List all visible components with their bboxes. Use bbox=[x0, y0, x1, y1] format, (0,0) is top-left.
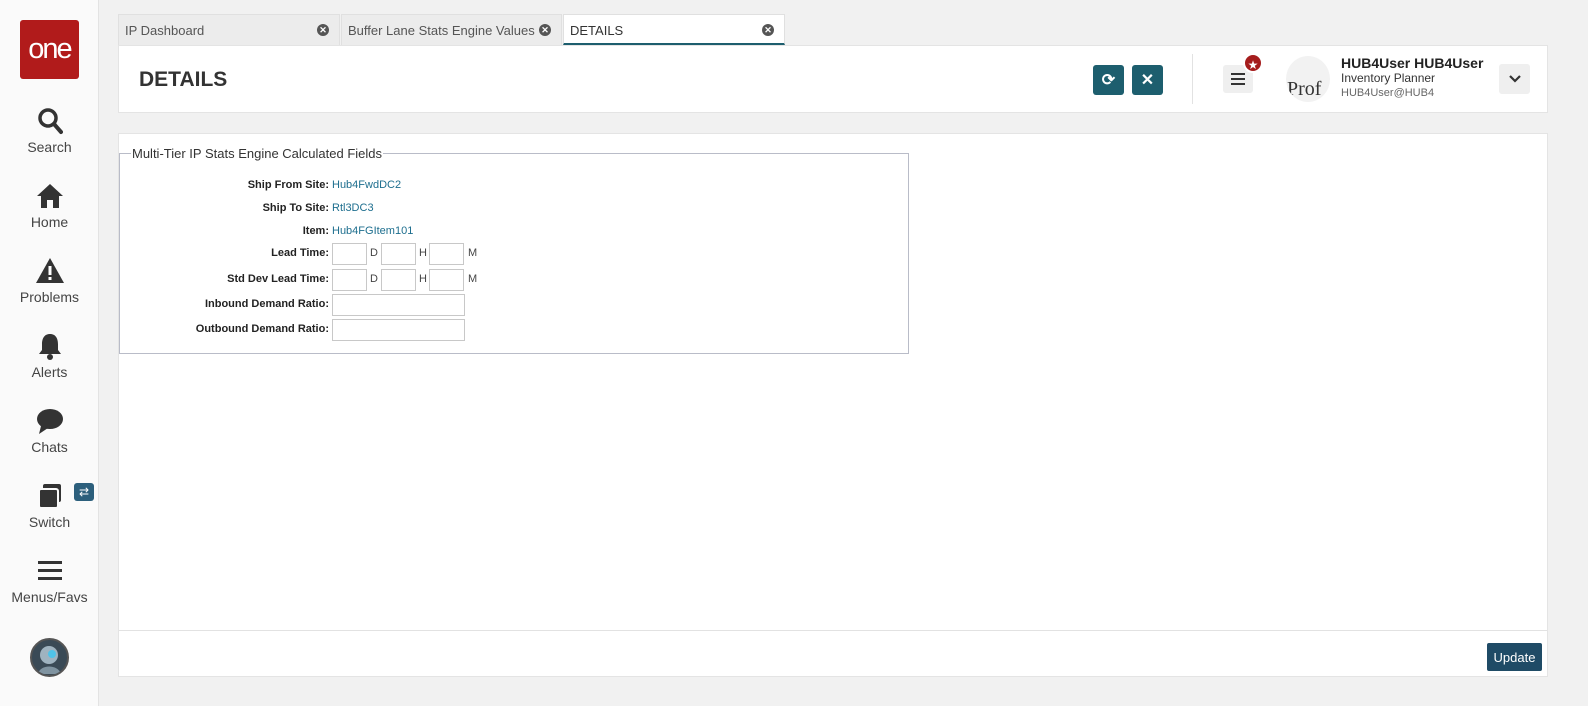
assistant-avatar-icon[interactable] bbox=[30, 638, 69, 677]
nav-search[interactable]: Search bbox=[0, 107, 99, 155]
nav-alerts-label: Alerts bbox=[31, 364, 68, 380]
lead-time-days-input[interactable] bbox=[332, 243, 367, 265]
lead-time-label: Lead Time: bbox=[271, 247, 329, 259]
ship-to-label: Ship To Site: bbox=[262, 202, 329, 214]
footer-divider bbox=[119, 630, 1547, 631]
tab-label: DETAILS bbox=[570, 23, 624, 38]
page-title: DETAILS bbox=[139, 68, 228, 91]
nav-switch-label: Switch bbox=[28, 514, 71, 530]
inbound-demand-ratio-input[interactable] bbox=[332, 294, 465, 316]
tab-ip-dashboard[interactable]: IP Dashboard ✕ bbox=[118, 14, 340, 45]
chevron-down-icon bbox=[1508, 75, 1521, 83]
user-menu-dropdown[interactable] bbox=[1499, 64, 1530, 94]
favorites-star-badge[interactable]: ★ bbox=[1243, 53, 1263, 73]
warning-icon bbox=[0, 257, 99, 287]
refresh-button[interactable]: ⟳ bbox=[1093, 65, 1124, 95]
nav-problems[interactable]: Problems bbox=[0, 257, 99, 305]
item-label: Item: bbox=[302, 225, 329, 237]
close-page-button[interactable]: ✕ bbox=[1132, 65, 1163, 95]
std-dev-days-input[interactable] bbox=[332, 269, 367, 291]
ship-to-link[interactable]: Rtl3DC3 bbox=[332, 202, 374, 214]
one-logo[interactable]: one bbox=[20, 20, 79, 79]
refresh-icon: ⟳ bbox=[1101, 72, 1116, 89]
chat-bubble-icon bbox=[0, 407, 99, 437]
inbound-demand-ratio-label: Inbound Demand Ratio: bbox=[204, 298, 329, 310]
tab-details[interactable]: DETAILS ✕ bbox=[563, 14, 785, 45]
close-tab-icon[interactable]: ✕ bbox=[539, 24, 551, 36]
left-nav-sidebar: one Search Home Problems Alerts Chats Sw… bbox=[0, 0, 99, 706]
avatar-text: Prof bbox=[1287, 78, 1322, 100]
user-id: HUB4User@HUB4 bbox=[1341, 87, 1435, 99]
outbound-demand-ratio-label: Outbound Demand Ratio: bbox=[195, 323, 329, 335]
nav-chats[interactable]: Chats bbox=[0, 407, 99, 455]
page-header: DETAILS ⟳ ✕ ★ Prof HUB4User HUB4User Inv… bbox=[118, 45, 1548, 113]
nav-chats-label: Chats bbox=[31, 439, 68, 455]
std-dev-lead-time-label: Std Dev Lead Time: bbox=[227, 273, 329, 285]
minutes-unit: M bbox=[468, 247, 478, 259]
tab-buffer-lane-stats[interactable]: Buffer Lane Stats Engine Values ✕ bbox=[341, 14, 562, 45]
bell-icon bbox=[0, 332, 99, 362]
close-tab-icon[interactable]: ✕ bbox=[317, 24, 329, 36]
search-icon bbox=[0, 107, 99, 137]
std-dev-hours-input[interactable] bbox=[381, 269, 416, 291]
nav-menus-favs-label: Menus/Favs bbox=[11, 589, 88, 605]
days-unit: D bbox=[370, 247, 378, 259]
nav-home[interactable]: Home bbox=[0, 182, 99, 230]
section-legend: Multi-Tier IP Stats Engine Calculated Fi… bbox=[131, 146, 383, 161]
hours-unit: H bbox=[419, 273, 427, 285]
nav-menus-favs[interactable]: Menus/Favs bbox=[0, 557, 99, 605]
ship-from-link[interactable]: Hub4FwdDC2 bbox=[332, 179, 401, 191]
nav-alerts[interactable]: Alerts bbox=[0, 332, 99, 380]
close-tab-icon[interactable]: ✕ bbox=[762, 24, 774, 36]
tab-label: IP Dashboard bbox=[125, 23, 205, 38]
close-icon: ✕ bbox=[1140, 72, 1155, 89]
tab-label: Buffer Lane Stats Engine Values bbox=[348, 23, 535, 38]
nav-problems-label: Problems bbox=[19, 289, 80, 305]
user-role: Inventory Planner bbox=[1341, 71, 1436, 85]
outbound-demand-ratio-input[interactable] bbox=[332, 319, 465, 341]
switch-badge[interactable]: ⇄ bbox=[74, 483, 94, 501]
logo-text: one bbox=[28, 33, 72, 65]
days-unit: D bbox=[370, 273, 378, 285]
minutes-unit: M bbox=[468, 273, 478, 285]
nav-home-label: Home bbox=[30, 214, 69, 230]
update-button[interactable]: Update bbox=[1487, 643, 1542, 671]
lead-time-minutes-input[interactable] bbox=[429, 243, 464, 265]
lead-time-hours-input[interactable] bbox=[381, 243, 416, 265]
user-name: HUB4User HUB4User bbox=[1341, 55, 1484, 71]
avatar[interactable]: Prof bbox=[1286, 56, 1330, 102]
home-icon bbox=[0, 182, 99, 212]
item-link[interactable]: Hub4FGItem101 bbox=[332, 225, 413, 237]
ship-from-label: Ship From Site: bbox=[247, 179, 329, 191]
hours-unit: H bbox=[419, 247, 427, 259]
hamburger-icon bbox=[0, 557, 99, 587]
list-menu-icon bbox=[1231, 73, 1245, 85]
nav-search-label: Search bbox=[27, 139, 72, 155]
std-dev-minutes-input[interactable] bbox=[429, 269, 464, 291]
header-divider bbox=[1192, 54, 1193, 104]
main-panel: Multi-Tier IP Stats Engine Calculated Fi… bbox=[118, 133, 1548, 677]
